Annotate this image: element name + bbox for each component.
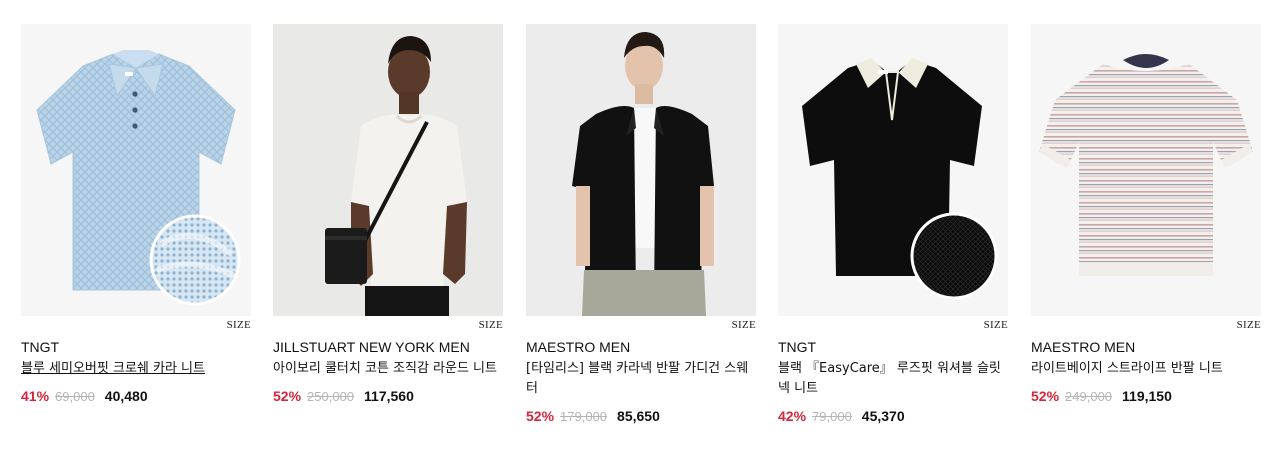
product-name[interactable]: 블랙 『EasyCare』 루즈핏 워셔블 슬릿넥 니트 [778, 359, 1008, 399]
brand-name[interactable]: TNGT [778, 338, 1008, 356]
product-name[interactable]: 라이트베이지 스트라이프 반팔 니트 [1031, 359, 1261, 379]
original-price: 250,000 [307, 389, 355, 404]
sale-price: 40,480 [104, 388, 148, 404]
product-image[interactable] [21, 24, 251, 316]
model-ivory-knit-image [273, 24, 503, 316]
discount-rate: 41% [21, 388, 50, 404]
discount-rate: 52% [526, 408, 555, 424]
size-link[interactable]: SIZE [479, 319, 503, 331]
price-row: 41% 69,000 40,480 [21, 388, 251, 404]
size-link[interactable]: SIZE [227, 319, 251, 331]
brand-name[interactable]: TNGT [21, 338, 251, 356]
discount-rate: 42% [778, 408, 807, 424]
price-row: 52% 250,000 117,560 [273, 388, 503, 404]
brand-name[interactable]: MAESTRO MEN [526, 338, 756, 356]
product-image[interactable] [778, 24, 1008, 316]
price-row: 52% 179,000 85,650 [526, 408, 756, 424]
product-name[interactable]: [타임리스] 블랙 카라넥 반팔 가디건 스웨터 [526, 359, 756, 399]
product-grid: SIZE TNGT 블루 세미오버핏 크로쉐 카라 니트 41% 69,000 … [0, 0, 1282, 454]
product-image[interactable] [526, 24, 756, 316]
sale-price: 117,560 [364, 388, 414, 404]
product-card[interactable]: SIZE MAESTRO MEN 라이트베이지 스트라이프 반팔 니트 52% … [1031, 24, 1261, 404]
model-black-cardigan-image [526, 24, 756, 316]
brand-name[interactable]: MAESTRO MEN [1031, 338, 1261, 356]
product-card[interactable]: SIZE MAESTRO MEN [타임리스] 블랙 카라넥 반팔 가디건 스웨… [526, 24, 756, 424]
sale-price: 85,650 [617, 408, 660, 424]
discount-rate: 52% [1031, 388, 1060, 404]
original-price: 79,000 [812, 409, 852, 424]
size-link[interactable]: SIZE [1237, 319, 1261, 331]
sale-price: 45,370 [861, 408, 905, 424]
product-card[interactable]: SIZE JILLSTUART NEW YORK MEN 아이보리 쿨터치 코튼… [273, 24, 503, 404]
price-row: 42% 79,000 45,370 [778, 408, 1008, 424]
beige-striped-knit-image [1031, 24, 1261, 316]
sale-price: 119,150 [1122, 388, 1172, 404]
product-image[interactable] [273, 24, 503, 316]
size-link[interactable]: SIZE [984, 319, 1008, 331]
product-card[interactable]: SIZE TNGT 블랙 『EasyCare』 루즈핏 워셔블 슬릿넥 니트 4… [778, 24, 1008, 424]
original-price: 69,000 [55, 389, 95, 404]
product-image[interactable] [1031, 24, 1261, 316]
original-price: 249,000 [1065, 389, 1113, 404]
black-slit-neck-knit-image [778, 24, 1008, 316]
discount-rate: 52% [273, 388, 302, 404]
product-name[interactable]: 블루 세미오버핏 크로쉐 카라 니트 [21, 359, 251, 379]
product-card[interactable]: SIZE TNGT 블루 세미오버핏 크로쉐 카라 니트 41% 69,000 … [21, 24, 251, 404]
price-row: 52% 249,000 119,150 [1031, 388, 1261, 404]
original-price: 179,000 [560, 409, 608, 424]
product-name[interactable]: 아이보리 쿨터치 코튼 조직감 라운드 니트 [273, 359, 503, 379]
size-link[interactable]: SIZE [732, 319, 756, 331]
brand-name[interactable]: JILLSTUART NEW YORK MEN [273, 338, 503, 356]
blue-knit-polo-image [21, 24, 251, 316]
